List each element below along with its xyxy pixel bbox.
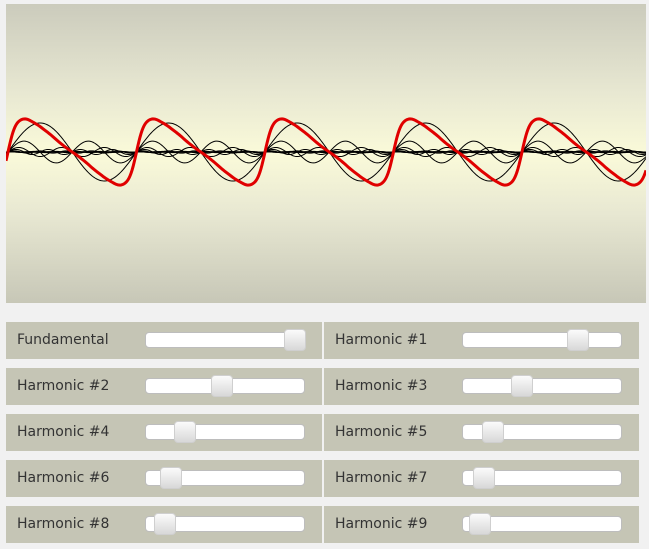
slider-thumb[interactable]	[173, 421, 196, 443]
harmonic-9-slider[interactable]	[462, 513, 622, 535]
harmonic-1-slider[interactable]	[462, 329, 622, 351]
slider-row-harmonic-7: Harmonic #7	[324, 460, 639, 497]
slider-row-harmonic-1: Harmonic #1	[324, 322, 639, 359]
slider-label: Harmonic #8	[17, 516, 110, 532]
harmonic-curves	[6, 122, 646, 182]
slider-thumb[interactable]	[566, 329, 589, 351]
slider-thumb[interactable]	[210, 375, 233, 397]
waveform-canvas	[6, 117, 646, 187]
slider-row-fundamental: Fundamental	[6, 322, 322, 359]
fundamental-slider[interactable]	[145, 329, 306, 351]
slider-row-harmonic-5: Harmonic #5	[324, 414, 639, 451]
slider-row-harmonic-6: Harmonic #6	[6, 460, 322, 497]
slider-label: Harmonic #4	[17, 424, 110, 440]
slider-thumb[interactable]	[468, 513, 491, 535]
slider-label: Harmonic #7	[335, 470, 428, 486]
slider-label: Harmonic #1	[335, 332, 428, 348]
slider-thumb[interactable]	[159, 467, 182, 489]
slider-thumb[interactable]	[284, 329, 306, 351]
slider-row-harmonic-2: Harmonic #2	[6, 368, 322, 405]
harmonic-4-slider[interactable]	[145, 421, 305, 443]
harmonic-6-slider[interactable]	[145, 467, 305, 489]
harmonic-2-slider[interactable]	[145, 375, 305, 397]
slider-label: Harmonic #9	[335, 516, 428, 532]
slider-label: Harmonic #5	[335, 424, 428, 440]
harmonic-5-slider[interactable]	[462, 421, 622, 443]
slider-row-harmonic-3: Harmonic #3	[324, 368, 639, 405]
slider-label: Harmonic #2	[17, 378, 110, 394]
slider-label: Harmonic #6	[17, 470, 110, 486]
slider-thumb[interactable]	[154, 513, 177, 535]
slider-label: Harmonic #3	[335, 378, 428, 394]
waveform-plot	[6, 4, 646, 303]
slider-thumb[interactable]	[511, 375, 534, 397]
harmonic-8-slider[interactable]	[145, 513, 305, 535]
harmonic-3-slider[interactable]	[462, 375, 622, 397]
slider-thumb[interactable]	[482, 421, 505, 443]
slider-label: Fundamental	[17, 332, 109, 348]
slider-row-harmonic-9: Harmonic #9	[324, 506, 639, 543]
slider-row-harmonic-8: Harmonic #8	[6, 506, 322, 543]
harmonic-7-slider[interactable]	[462, 467, 622, 489]
slider-thumb[interactable]	[472, 467, 495, 489]
slider-row-harmonic-4: Harmonic #4	[6, 414, 322, 451]
